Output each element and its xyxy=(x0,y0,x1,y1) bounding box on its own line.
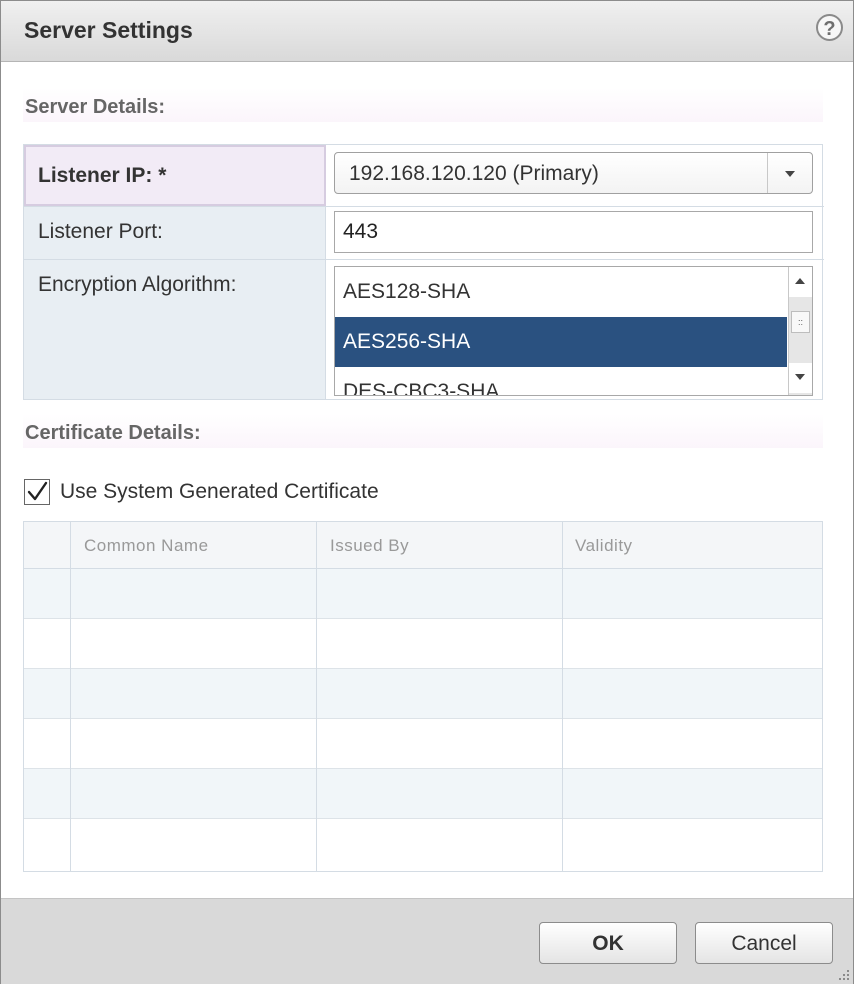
use-system-certificate-checkbox[interactable] xyxy=(24,479,50,505)
column-divider xyxy=(316,522,317,871)
scroll-thumb[interactable]: :: xyxy=(791,311,810,333)
chevron-down-icon[interactable] xyxy=(767,153,812,193)
table-row[interactable] xyxy=(24,619,822,669)
listener-ip-label-cell: Listener IP: * xyxy=(24,145,326,206)
encryption-algorithm-label: Encryption Algorithm: xyxy=(38,273,237,296)
resize-grip-icon[interactable] xyxy=(836,967,850,981)
table-row[interactable] xyxy=(24,769,822,819)
listbox-scrollbar[interactable]: :: xyxy=(788,267,812,395)
dialog-title: Server Settings xyxy=(24,17,193,43)
column-divider xyxy=(70,522,71,871)
listener-port-label-cell: Listener Port: xyxy=(24,207,326,259)
checkmark-icon xyxy=(27,481,48,501)
column-divider xyxy=(562,522,563,871)
certificate-details-heading: Certificate Details: xyxy=(25,422,201,444)
dialog-footer: OK Cancel xyxy=(1,898,853,984)
scroll-up-icon[interactable] xyxy=(789,267,812,297)
certificate-table: Common Name Issued By Validity xyxy=(23,521,823,872)
server-details-section-header: Server Details: xyxy=(23,88,823,122)
listener-port-label: Listener Port: xyxy=(38,220,163,243)
listener-ip-label: Listener IP: * xyxy=(38,164,167,187)
column-header-validity[interactable]: Validity xyxy=(575,536,633,556)
cancel-button[interactable]: Cancel xyxy=(695,922,833,964)
listener-ip-dropdown[interactable]: 192.168.120.120 (Primary) xyxy=(334,152,813,194)
encryption-label-cell: Encryption Algorithm: xyxy=(24,260,326,399)
listener-port-input[interactable] xyxy=(334,211,813,253)
encryption-algorithm-listbox[interactable]: AES128-SHA AES256-SHA DES-CBC3-SHA :: xyxy=(334,266,813,396)
ok-button[interactable]: OK xyxy=(539,922,677,964)
list-item[interactable]: DES-CBC3-SHA xyxy=(335,367,787,395)
table-row[interactable] xyxy=(24,669,822,719)
server-settings-dialog: Server Settings ? Server Details: Listen… xyxy=(0,0,854,984)
list-item[interactable]: AES128-SHA xyxy=(335,267,787,317)
column-header-common-name[interactable]: Common Name xyxy=(84,536,209,556)
server-details-heading: Server Details: xyxy=(25,96,166,118)
table-row[interactable] xyxy=(24,719,822,769)
help-icon[interactable]: ? xyxy=(816,14,843,41)
server-details-form: Listener IP: * 192.168.120.120 (Primary)… xyxy=(23,144,824,400)
table-row[interactable] xyxy=(24,819,822,869)
scroll-down-icon[interactable] xyxy=(789,363,812,393)
certificate-details-section-header: Certificate Details: xyxy=(23,414,823,448)
use-system-certificate-label: Use System Generated Certificate xyxy=(60,480,379,503)
table-row[interactable] xyxy=(24,569,822,619)
column-header-issued-by[interactable]: Issued By xyxy=(330,536,409,556)
title-bar[interactable]: Server Settings ? xyxy=(1,1,853,62)
certificate-table-header: Common Name Issued By Validity xyxy=(24,522,822,569)
list-item-selected[interactable]: AES256-SHA xyxy=(335,317,787,367)
listener-ip-value: 192.168.120.120 (Primary) xyxy=(349,162,599,185)
